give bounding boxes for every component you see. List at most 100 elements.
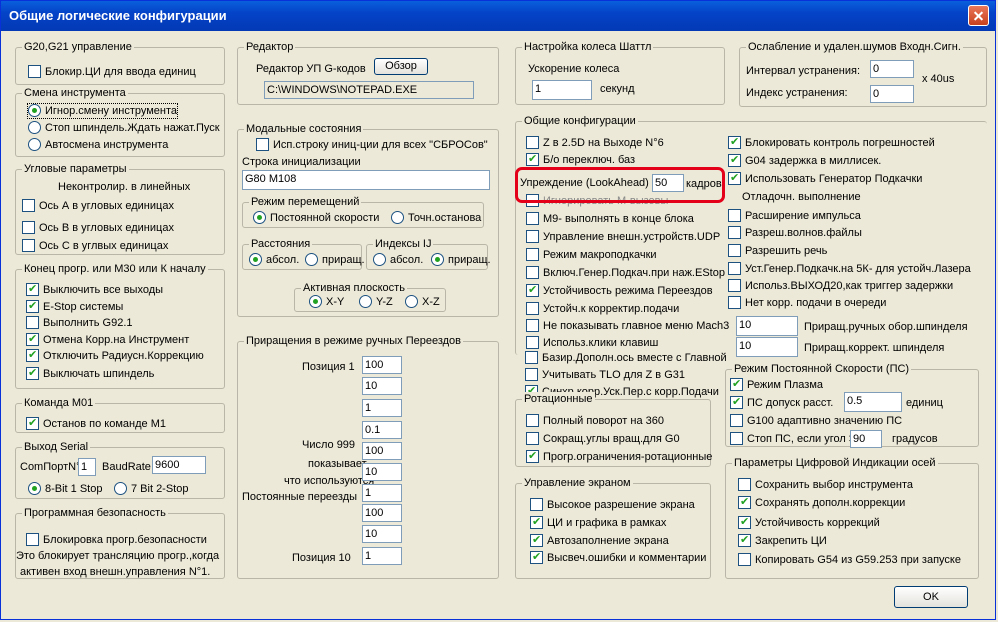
jog-field[interactable]: 100 — [362, 356, 402, 374]
udp-checkbox[interactable]: Управление внешн.устройств.UDP — [526, 230, 720, 244]
pulse-ext-checkbox[interactable]: Расширение импульса — [728, 209, 861, 223]
g20-block-checkbox[interactable]: Блокир.ЦИ для ввода единиц — [28, 65, 196, 79]
tool-ignore-radio[interactable]: Игнор.смену инструмента — [26, 103, 179, 119]
group-title: Параметры Цифровой Индикации осей — [732, 456, 938, 470]
motion-constant-radio[interactable]: Постоянной скорости — [253, 211, 379, 225]
end-outputs-checkbox[interactable]: Выключить все выходы — [26, 282, 163, 297]
spindle-rev-field[interactable]: 10 — [736, 316, 798, 336]
jog-persist-checkbox[interactable]: Устойчивость режима Переездов — [526, 283, 713, 298]
save-tool-checkbox[interactable]: Сохранить выбор инструмента — [738, 478, 913, 492]
end-g921-checkbox[interactable]: Выполнить G92.1 — [26, 316, 133, 330]
motion-mode-group: Режим перемещений Постоянной скорости То… — [242, 195, 484, 228]
offset-persist-checkbox[interactable]: Устойчивость коррекций — [738, 515, 880, 530]
group-title: Выход Serial — [22, 440, 91, 454]
rot-360-checkbox[interactable]: Полный поворот на 360 — [526, 414, 664, 428]
wheel-accel-field[interactable]: 1 — [532, 80, 592, 100]
rotational-group: Ротационные Полный поворот на 360 Сокращ… — [515, 392, 712, 467]
wheel-accel-label: Ускорение колеса — [528, 63, 620, 75]
jog-field[interactable]: 100 — [362, 442, 402, 460]
end-spindle-checkbox[interactable]: Выключать шпиндель — [26, 366, 154, 381]
autofill-checkbox[interactable]: Автозаполнение экрана — [530, 533, 669, 548]
spindle-cor-field[interactable]: 10 — [736, 337, 798, 357]
end-radius-checkbox[interactable]: Отключить Радиусн.Коррекцию — [26, 348, 204, 363]
cv-dist-checkbox[interactable]: ПС допуск расст. — [730, 395, 833, 410]
title-bar[interactable]: Общие логические конфигурации — [1, 1, 995, 31]
serial-port-field[interactable]: 1 — [78, 458, 96, 476]
rot-limits-checkbox[interactable]: Прогр.ограничения-ротационные — [526, 449, 712, 464]
plasma-checkbox[interactable]: Режим Плазма — [730, 377, 823, 392]
tool-auto-radio[interactable]: Автосмена инструмента — [28, 138, 168, 152]
close-icon[interactable] — [968, 5, 989, 26]
m01-stop-checkbox[interactable]: Останов по команде М1 — [26, 416, 166, 431]
jog-field[interactable]: 10 — [362, 377, 402, 395]
serial-baud-field[interactable]: 9600 — [152, 456, 206, 474]
wave-files-checkbox[interactable]: Разреш.волнов.файлы — [728, 226, 862, 240]
lock-dro-checkbox[interactable]: Закрепить ЦИ — [738, 533, 827, 548]
laser-charge-checkbox[interactable]: Уст.Генер.Подкачк.на 5К- для устойч.Лазе… — [728, 262, 971, 276]
cv-stop-checkbox[interactable]: Стоп ПС, если угол > — [730, 432, 855, 446]
ok-button[interactable]: OK — [894, 586, 968, 608]
group-title: Модальные состояния — [244, 122, 364, 136]
spindle-cor-label: Приращ.коррект. шпинделя — [804, 342, 945, 354]
end-tool-offset-checkbox[interactable]: Отмена Корр.на Инструмент — [26, 332, 189, 347]
distance-inc-radio[interactable]: приращ. — [305, 253, 365, 267]
hide-menu-checkbox[interactable]: Не показывать главное меню Mach3 — [526, 319, 729, 333]
jog-field[interactable]: 10 — [362, 525, 402, 543]
ij-inc-radio[interactable]: приращ. — [431, 253, 491, 267]
jog-field[interactable]: 1 — [362, 484, 402, 502]
jog-field[interactable]: 1 — [362, 547, 402, 565]
block-error-checkbox[interactable]: Блокировать контроль погрешностей — [728, 135, 935, 150]
charge-estop-checkbox[interactable]: Включ.Генер.Подкач.при наж.EStop — [526, 266, 725, 280]
key-clicks-checkbox[interactable]: Использ.клики клавиш — [526, 336, 658, 350]
group-title: Ротационные — [522, 392, 595, 406]
hires-checkbox[interactable]: Высокое разрешение экрана — [530, 498, 695, 512]
jog-increments-group: Приращения в режиме ручных Переездов Поз… — [237, 334, 499, 579]
plane-yz-radio[interactable]: Y-Z — [359, 295, 393, 309]
serial-8bit-radio[interactable]: 8-Bit 1 Stop — [28, 482, 102, 496]
plane-xy-radio[interactable]: X-Y — [309, 295, 344, 309]
rot-g0-checkbox[interactable]: Сокращ.углы вращ.для G0 — [526, 432, 680, 446]
dro-frames-checkbox[interactable]: ЦИ и графика в рамках — [530, 515, 666, 530]
cv-stop-field[interactable]: 90 — [850, 430, 882, 448]
jog-field[interactable]: 100 — [362, 504, 402, 522]
base-switch-checkbox[interactable]: Б/о переключ. баз — [526, 152, 635, 167]
save-offsets-checkbox[interactable]: Сохранять дополн.коррекции — [738, 495, 905, 510]
m9-checkbox[interactable]: М9- выполнять в конце блока — [526, 212, 694, 226]
macro-checkbox[interactable]: Режим макроподкачки — [526, 248, 657, 262]
jog-field[interactable]: 10 — [362, 463, 402, 481]
charge-pump-checkbox[interactable]: Использовать Генератор Подкачки — [728, 171, 922, 186]
group-title: Команда М01 — [22, 396, 96, 410]
init-string-field[interactable]: G80 M108 — [242, 170, 490, 190]
noise-interval-field[interactable]: 0 — [870, 60, 914, 78]
axis-b-checkbox[interactable]: Ось В в угловых единицах — [22, 221, 174, 235]
serial-7bit-radio[interactable]: 7 Bit 2-Stop — [114, 482, 188, 496]
group-title: Режим Постоянной Скорости (ПС) — [732, 362, 912, 376]
ij-abs-radio[interactable]: абсол. — [373, 253, 423, 267]
copy-g54-checkbox[interactable]: Копировать G54 из G59.253 при запуске — [738, 553, 961, 567]
no-feed-corr-checkbox[interactable]: Нет корр. подачи в очереди — [728, 296, 886, 310]
browse-button[interactable]: Обзор — [374, 58, 428, 75]
home-aux-checkbox[interactable]: Базир.Дополн.ось вместе с Главной — [525, 351, 727, 365]
axis-c-checkbox[interactable]: Ось С в углвых единицах — [22, 239, 168, 253]
noise-index-field[interactable]: 0 — [870, 85, 914, 103]
tlo-g31-checkbox[interactable]: Учитывать TLO для Z в G31 — [525, 368, 685, 382]
g04-ms-checkbox[interactable]: G04 задержка в миллисек. — [728, 153, 881, 168]
plane-xz-radio[interactable]: X-Z — [405, 295, 440, 309]
show-errors-checkbox[interactable]: Высвеч.ошибки и комментарии — [530, 550, 706, 565]
feed-persist-checkbox[interactable]: Устойч.к корректир.подачи — [526, 302, 679, 316]
g100-checkbox[interactable]: G100 адаптивно значению ПС — [730, 414, 902, 428]
out20-trigger-checkbox[interactable]: Использ.ВЫХОД20,как триггер задержки — [728, 279, 953, 293]
distance-abs-radio[interactable]: абсол. — [249, 253, 299, 267]
speech-checkbox[interactable]: Разрешить речь — [728, 244, 827, 258]
axis-a-checkbox[interactable]: Ось А в угловых единицах — [22, 199, 174, 213]
safety-checkbox[interactable]: Блокировка прогр.безопасности — [26, 533, 207, 547]
tool-stop-radio[interactable]: Стоп шпиндель.Ждать нажат.Пуск — [28, 121, 220, 135]
z25d-checkbox[interactable]: Z в 2.5D на Выходе N°6 — [526, 136, 664, 150]
jog-field[interactable]: 1 — [362, 399, 402, 417]
end-estop-checkbox[interactable]: E-Stop системы — [26, 299, 123, 314]
cv-dist-field[interactable]: 0.5 — [844, 392, 902, 412]
use-init-checkbox[interactable]: Исп.строку иниц-ции для всех "СБРОСов" — [256, 138, 488, 152]
jog-field[interactable]: 0.1 — [362, 421, 402, 439]
motion-exact-radio[interactable]: Точн.останова — [391, 211, 481, 225]
editor-path-field[interactable]: C:\WINDOWS\NOTEPAD.EXE — [264, 81, 474, 99]
